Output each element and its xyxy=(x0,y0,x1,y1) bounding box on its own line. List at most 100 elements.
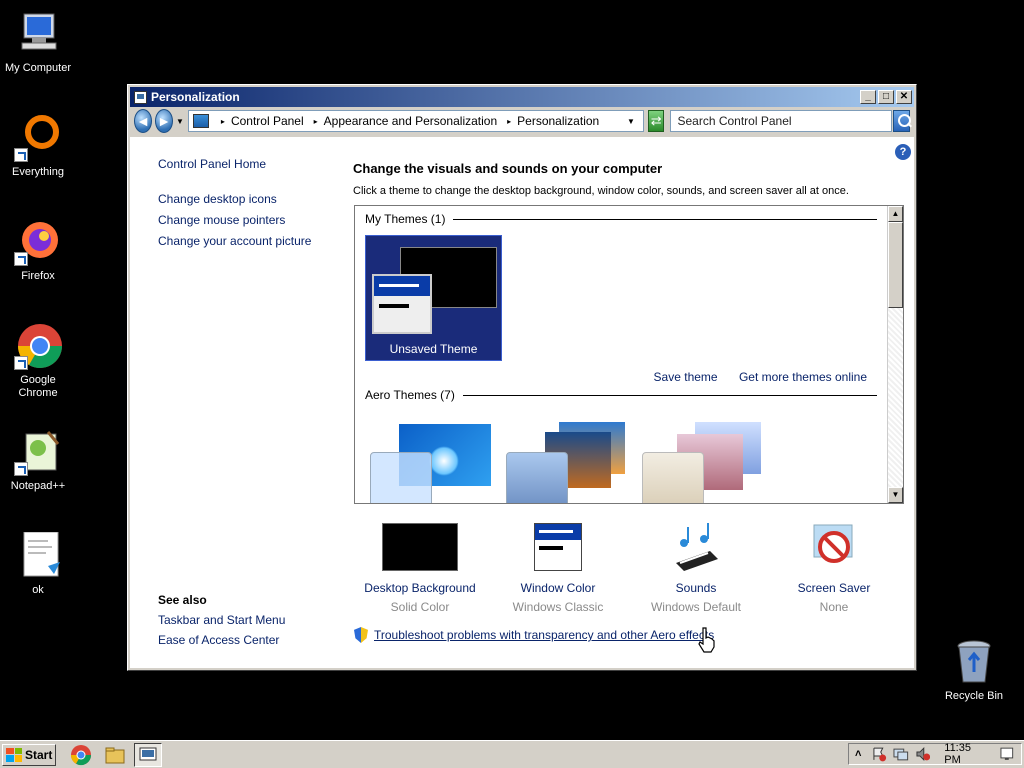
window-titlebar[interactable]: Personalization _ □ ✕ xyxy=(130,87,914,107)
see-also-heading: See also xyxy=(158,593,207,607)
recycle-bin-icon xyxy=(950,638,998,686)
group-label: My Themes (1) xyxy=(365,212,446,226)
chrome-icon[interactable] xyxy=(70,744,92,766)
desktop-icon-ok[interactable]: ok xyxy=(0,531,76,597)
desktop-icon-my-computer[interactable]: My Computer xyxy=(0,10,76,75)
shortcut-arrow-icon xyxy=(14,462,28,476)
my-themes-header: My Themes (1) xyxy=(365,212,877,226)
volume-muted-icon[interactable] xyxy=(915,746,931,762)
back-button[interactable]: ◄ xyxy=(134,109,152,133)
change-desktop-icons-link[interactable]: Change desktop icons xyxy=(158,192,311,206)
control-panel-icon xyxy=(192,114,209,128)
search-icon[interactable] xyxy=(893,110,911,132)
sounds-item[interactable]: Sounds Windows Default xyxy=(626,523,766,614)
desktop-background-icon xyxy=(350,523,490,573)
change-account-picture-link[interactable]: Change your account picture xyxy=(158,234,311,248)
document-icon xyxy=(14,531,62,580)
minimize-button[interactable]: _ xyxy=(860,90,876,104)
desktop-icon-label: Everything xyxy=(12,166,64,178)
search-input[interactable]: Search Control Panel xyxy=(670,110,893,132)
windows-logo-icon xyxy=(6,747,22,762)
help-icon[interactable]: ? xyxy=(895,144,911,160)
desktop-icon-label: Recycle Bin xyxy=(944,690,1004,702)
aero-theme-tile[interactable] xyxy=(505,422,635,503)
navigation-bar: ◄ ► ▼ ▸ Control Panel ▸ Appearance and P… xyxy=(130,107,914,135)
desktop-background-item[interactable]: Desktop Background Solid Color xyxy=(350,523,490,614)
shortcut-arrow-icon xyxy=(14,356,28,370)
aero-themes-header: Aero Themes (7) xyxy=(365,388,877,402)
theme-list-scrollbar[interactable]: ▲ ▼ xyxy=(887,206,903,503)
taskbar-start-menu-link[interactable]: Taskbar and Start Menu xyxy=(158,613,285,627)
control-panel-icon xyxy=(139,747,157,760)
show-desktop-icon[interactable] xyxy=(999,746,1015,762)
sounds-label: Sounds xyxy=(675,581,717,595)
chrome-icon xyxy=(14,322,62,370)
aero-theme-tile[interactable] xyxy=(369,422,499,503)
screen-saver-label: Screen Saver xyxy=(797,581,871,595)
network-icon[interactable] xyxy=(893,746,909,762)
main-header: Change the visuals and sounds on your co… xyxy=(353,161,849,197)
notepadpp-icon xyxy=(14,428,62,476)
desktop-icon-firefox[interactable]: Firefox xyxy=(0,218,76,283)
sounds-icon xyxy=(626,523,766,573)
window-color-item[interactable]: Window Color Windows Classic xyxy=(488,523,628,614)
desktop-icon-label: My Computer xyxy=(4,62,72,74)
scroll-down-button[interactable]: ▼ xyxy=(888,487,903,503)
file-explorer-icon[interactable] xyxy=(104,744,126,766)
recent-pages-dropdown[interactable]: ▼ xyxy=(176,117,184,126)
desktop-background-value: Solid Color xyxy=(390,600,450,614)
address-bar[interactable]: ▸ Control Panel ▸ Appearance and Persona… xyxy=(187,110,644,132)
sounds-value: Windows Default xyxy=(650,600,742,614)
ease-of-access-link[interactable]: Ease of Access Center xyxy=(158,633,285,647)
refresh-button[interactable]: ⇄ xyxy=(647,110,665,132)
theme-actions: Save theme Get more themes online xyxy=(636,370,867,384)
maximize-button[interactable]: □ xyxy=(878,90,894,104)
scroll-up-button[interactable]: ▲ xyxy=(888,206,903,222)
address-dropdown[interactable]: ▼ xyxy=(627,117,635,126)
control-panel-home-link[interactable]: Control Panel Home xyxy=(158,157,311,171)
system-tray: ˄ 11:35 PM xyxy=(848,742,1022,766)
save-theme-link[interactable]: Save theme xyxy=(654,370,718,384)
window-color-label: Window Color xyxy=(520,581,596,595)
forward-button[interactable]: ► xyxy=(155,109,173,133)
start-label: Start xyxy=(25,747,53,762)
window-color-icon xyxy=(488,523,628,573)
scroll-thumb[interactable] xyxy=(888,222,903,308)
desktop-icon-label: Firefox xyxy=(21,270,55,282)
breadcrumb-separator[interactable]: ▸ xyxy=(314,117,318,126)
breadcrumb-appearance[interactable]: Appearance and Personalization xyxy=(324,114,497,128)
breadcrumb-control-panel[interactable]: Control Panel xyxy=(231,114,304,128)
unsaved-theme-tile[interactable]: Unsaved Theme xyxy=(365,235,502,361)
close-button[interactable]: ✕ xyxy=(896,90,912,104)
desktop-icon-google-chrome[interactable]: Google Chrome xyxy=(0,322,76,400)
desktop-icon-notepadpp[interactable]: Notepad++ xyxy=(0,428,76,493)
troubleshoot-link[interactable]: Troubleshoot problems with transparency … xyxy=(374,628,714,642)
breadcrumb-separator[interactable]: ▸ xyxy=(507,117,511,126)
shortcut-arrow-icon xyxy=(14,148,28,162)
desktop-icon-recycle-bin[interactable]: Recycle Bin xyxy=(936,638,1012,703)
taskbar-personalization-button[interactable] xyxy=(134,742,162,767)
control-panel-icon xyxy=(134,90,147,104)
screen-saver-icon xyxy=(764,523,904,573)
taskbar: Start ˄ 11:35 PM xyxy=(0,740,1024,768)
desktop-icon-label: ok xyxy=(32,584,44,596)
start-button[interactable]: Start xyxy=(2,743,56,766)
screen-saver-item[interactable]: Screen Saver None xyxy=(764,523,904,614)
left-navigation: Control Panel Home Change desktop icons … xyxy=(158,157,311,248)
theme-settings-row: Desktop Background Solid Color Window Co… xyxy=(358,523,908,614)
breadcrumb-separator[interactable]: ▸ xyxy=(221,117,225,126)
action-center-icon[interactable] xyxy=(871,746,887,762)
window-title: Personalization xyxy=(151,90,240,104)
desktop-background-label: Desktop Background xyxy=(364,581,476,595)
tray-expand-button[interactable]: ˄ xyxy=(855,748,861,760)
desktop-icon-everything[interactable]: Everything xyxy=(0,114,76,179)
aero-theme-tile[interactable] xyxy=(641,422,771,503)
computer-icon xyxy=(14,10,62,58)
desktop-icon-label: Notepad++ xyxy=(10,480,66,492)
breadcrumb-personalization[interactable]: Personalization xyxy=(517,114,599,128)
get-more-themes-link[interactable]: Get more themes online xyxy=(739,370,867,384)
unsaved-theme-label: Unsaved Theme xyxy=(389,342,478,356)
clock[interactable]: 11:35 PM xyxy=(944,742,989,766)
change-mouse-pointers-link[interactable]: Change mouse pointers xyxy=(158,213,311,227)
everything-icon xyxy=(14,114,62,162)
